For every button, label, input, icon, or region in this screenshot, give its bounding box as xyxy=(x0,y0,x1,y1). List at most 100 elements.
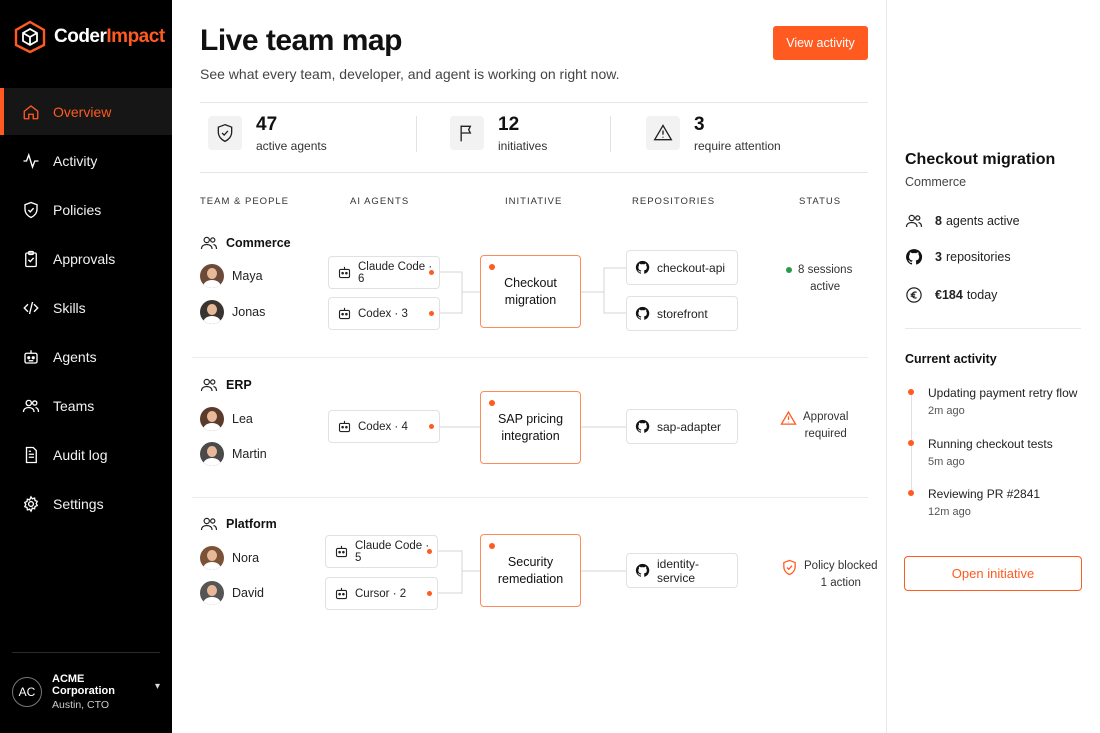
agent-chip[interactable]: Cursor · 2 xyxy=(325,577,438,610)
status-line2: active xyxy=(810,281,841,294)
initiative-card[interactable]: Checkout migration xyxy=(480,255,581,328)
sidebar-item-overview[interactable]: Overview xyxy=(0,88,172,135)
activity-text: Running checkout tests xyxy=(928,437,1053,451)
shield-icon xyxy=(208,116,242,150)
shield-icon xyxy=(22,201,40,219)
stat-active-agents: 47 active agents xyxy=(208,114,327,153)
sidebar-item-settings[interactable]: Settings xyxy=(0,480,172,527)
users-icon xyxy=(200,378,218,392)
person-nora[interactable]: Nora xyxy=(200,546,259,570)
repo-chip[interactable]: storefront xyxy=(626,296,738,331)
sidebar-item-audit-log[interactable]: Audit log xyxy=(0,431,172,478)
stat-value: 3 xyxy=(694,114,705,135)
agent-chip[interactable]: Codex · 4 xyxy=(328,410,440,443)
initiative-card[interactable]: Security remediation xyxy=(480,534,581,607)
activity-time: 5m ago xyxy=(928,456,965,468)
org-name: ACME Corporation xyxy=(52,673,115,697)
agent-chip[interactable]: Claude Code · 6 xyxy=(328,256,440,289)
repo-chip[interactable]: checkout-api xyxy=(626,250,738,285)
status-line1: Approval xyxy=(803,411,849,423)
sidebar-item-label: Skills xyxy=(53,299,86,316)
sidebar-item-agents[interactable]: Agents xyxy=(0,333,172,380)
org-switcher[interactable]: AC ACME Corporation Austin, CTO ▾ xyxy=(12,652,160,711)
team-commerce[interactable]: Commerce xyxy=(200,234,291,252)
status-blocked: Policy blocked 1 action xyxy=(781,558,878,593)
activity-item[interactable]: Reviewing PR #2841 12m ago xyxy=(905,487,1040,518)
initiative-card[interactable]: SAP pricing integration xyxy=(480,391,581,464)
open-initiative-button[interactable]: Open initiative xyxy=(904,556,1082,591)
person-maya[interactable]: Maya xyxy=(200,264,263,288)
gear-icon xyxy=(22,495,40,513)
agent-label: Cursor · 2 xyxy=(355,587,407,600)
activity-time: 2m ago xyxy=(928,405,965,417)
sidebar-item-activity[interactable]: Activity xyxy=(0,137,172,184)
brand-name: CoderImpact xyxy=(54,26,165,48)
person-david[interactable]: David xyxy=(200,581,264,605)
status-dot xyxy=(489,400,495,406)
page-title: Live team map xyxy=(200,24,402,57)
activity-time: 12m ago xyxy=(928,506,971,518)
sidebar-item-skills[interactable]: Skills xyxy=(0,284,172,331)
sidebar-item-label: Approvals xyxy=(53,250,116,267)
home-icon xyxy=(22,103,40,121)
chevron-down-icon[interactable]: ▾ xyxy=(155,681,160,692)
person-martin[interactable]: Martin xyxy=(200,442,267,466)
repo-chip[interactable]: sap-adapter xyxy=(626,409,738,444)
avatar xyxy=(200,264,224,288)
agent-label: Claude Code · 6 xyxy=(358,260,433,285)
org-role: Austin, CTO xyxy=(52,699,109,711)
robot-icon xyxy=(338,266,351,279)
github-icon xyxy=(635,306,650,320)
sidebar-item-label: Teams xyxy=(53,397,95,414)
page-subtitle: See what every team, developer, and agen… xyxy=(200,66,620,82)
team-platform[interactable]: Platform xyxy=(200,515,277,533)
activity-item[interactable]: Updating payment retry flow 2m ago xyxy=(905,386,1077,417)
logo[interactable]: CoderImpact xyxy=(14,20,165,54)
clipboard-check-icon xyxy=(22,250,40,268)
avatar xyxy=(200,546,224,570)
sidebar: CoderImpact Overview Activity Policies A… xyxy=(0,0,172,733)
sidebar-nav: Overview Activity Policies Approvals Ski… xyxy=(0,88,172,529)
view-activity-button[interactable]: View activity xyxy=(773,26,868,60)
status-active: 8 sessions active xyxy=(786,262,852,297)
agent-chip[interactable]: Codex · 3 xyxy=(328,297,440,330)
activity-item[interactable]: Running checkout tests 5m ago xyxy=(905,437,1053,468)
status-dot xyxy=(908,389,914,395)
panel-stat-value: €184 xyxy=(935,288,963,302)
person-name: Lea xyxy=(232,412,253,426)
status-line2: required xyxy=(804,428,847,441)
initiative-title: Security remediation xyxy=(497,554,564,586)
status-dot xyxy=(908,440,914,446)
warning-icon xyxy=(646,116,680,150)
sidebar-item-teams[interactable]: Teams xyxy=(0,382,172,429)
activity-text: Updating payment retry flow xyxy=(928,386,1078,400)
initiative-title: SAP pricing integration xyxy=(497,411,564,443)
status-dot xyxy=(786,267,792,273)
users-icon xyxy=(200,517,218,531)
repo-chip[interactable]: identity-service xyxy=(626,553,738,588)
stat-label: require attention xyxy=(694,139,781,153)
divider xyxy=(192,497,868,498)
panel-stat-value: 3 xyxy=(935,250,942,264)
person-name: Maya xyxy=(232,269,263,283)
team-erp[interactable]: ERP xyxy=(200,376,252,394)
panel-stat-label: today xyxy=(966,288,998,302)
sidebar-item-approvals[interactable]: Approvals xyxy=(0,235,172,282)
activity-text: Reviewing PR #2841 xyxy=(928,487,1041,501)
column-header-initiative: INITIATIVE xyxy=(505,196,563,207)
status-dot xyxy=(429,311,434,316)
stat-initiatives: 12 initiatives xyxy=(450,114,547,153)
person-jonas[interactable]: Jonas xyxy=(200,300,265,324)
repo-name: sap-adapter xyxy=(657,419,722,434)
agent-chip[interactable]: Claude Code · 5 xyxy=(325,535,438,568)
repo-name: storefront xyxy=(657,306,708,321)
person-lea[interactable]: Lea xyxy=(200,407,253,431)
euro-icon xyxy=(906,287,922,303)
column-header-repositories: REPOSITORIES xyxy=(632,196,716,207)
sidebar-item-label: Settings xyxy=(53,495,104,512)
sidebar-item-policies[interactable]: Policies xyxy=(0,186,172,233)
github-icon xyxy=(635,563,650,577)
stat-require-attention: 3 require attention xyxy=(646,114,781,153)
avatar xyxy=(200,407,224,431)
status-dot xyxy=(429,424,434,429)
